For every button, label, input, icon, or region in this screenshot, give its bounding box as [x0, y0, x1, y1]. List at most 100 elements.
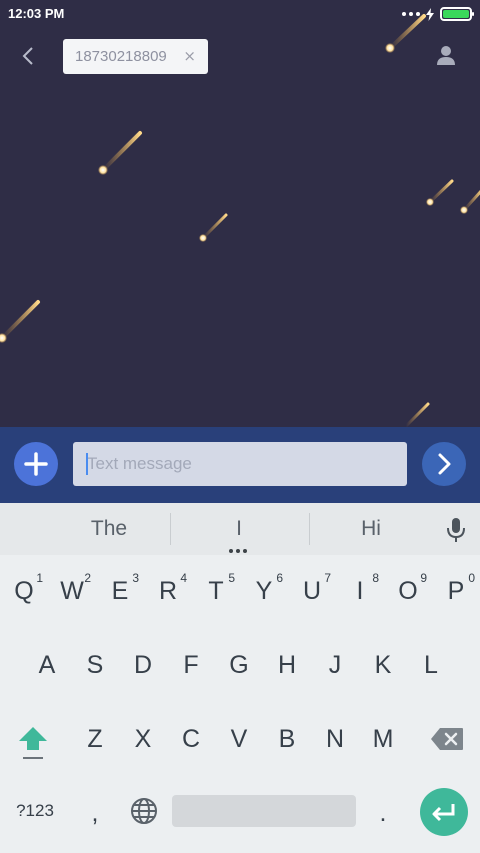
key-a[interactable]: A — [24, 639, 70, 691]
key-label: H — [277, 650, 297, 679]
key-label: B — [278, 724, 296, 753]
key-label: I — [356, 576, 364, 605]
key-j[interactable]: J — [312, 639, 358, 691]
key-e[interactable]: E3 — [97, 565, 143, 617]
battery-level — [443, 10, 469, 18]
key-label: K — [374, 650, 392, 679]
backspace-icon — [431, 728, 463, 750]
key-label: N — [325, 724, 345, 753]
enter-arrow-icon — [432, 804, 455, 822]
key-hint: 4 — [180, 571, 187, 585]
key-label: U — [302, 576, 322, 605]
key-label: C — [181, 724, 201, 753]
messaging-screen: 12:03 PM 18730218809 × The — [0, 0, 480, 853]
key-u[interactable]: U7 — [289, 565, 335, 617]
key-h[interactable]: H — [264, 639, 310, 691]
key-label: Z — [87, 724, 103, 753]
compose-bar — [0, 427, 480, 503]
recipient-number: 18730218809 — [75, 48, 167, 65]
key-x[interactable]: X — [120, 713, 166, 765]
key-label: L — [424, 650, 438, 679]
chevron-right-icon — [438, 453, 451, 475]
space-key[interactable] — [172, 795, 356, 827]
key-label: . — [379, 798, 387, 827]
send-button[interactable] — [422, 442, 466, 486]
key-i[interactable]: I8 — [337, 565, 383, 617]
clock: 12:03 PM — [8, 6, 65, 21]
message-input[interactable] — [73, 442, 407, 486]
key-o[interactable]: O9 — [385, 565, 431, 617]
key-l[interactable]: L — [408, 639, 454, 691]
key-y[interactable]: Y6 — [241, 565, 287, 617]
key-label: E — [111, 576, 129, 605]
enter-key[interactable] — [420, 788, 468, 836]
key-d[interactable]: D — [120, 639, 166, 691]
key-period[interactable]: . — [360, 787, 406, 839]
shift-key[interactable] — [10, 713, 56, 765]
person-icon[interactable] — [432, 42, 460, 70]
key-label: S — [86, 650, 104, 679]
key-w[interactable]: W2 — [49, 565, 95, 617]
key-label: G — [229, 650, 249, 679]
language-key[interactable] — [122, 787, 166, 835]
key-n[interactable]: N — [312, 713, 358, 765]
recipient-chip[interactable]: 18730218809 × — [63, 39, 208, 74]
battery-icon — [440, 7, 474, 21]
status-bar: 12:03 PM — [0, 0, 480, 28]
key-label: P — [447, 576, 465, 605]
suggestion-2[interactable]: I — [190, 517, 288, 541]
key-label: D — [133, 650, 153, 679]
shift-arrow-icon — [19, 727, 47, 759]
key-label: O — [398, 576, 418, 605]
key-v[interactable]: V — [216, 713, 262, 765]
key-k[interactable]: K — [360, 639, 406, 691]
suggestion-3[interactable]: Hi — [322, 517, 420, 541]
key-hint: 6 — [276, 571, 283, 585]
status-icons — [402, 7, 474, 21]
key-hint: 2 — [84, 571, 91, 585]
key-label: F — [183, 650, 199, 679]
soft-keyboard: The I Hi Q1 W2 E3 R4 T5 Y6 U7 I8 O9 P0 A — [0, 503, 480, 853]
key-g[interactable]: G — [216, 639, 262, 691]
key-f[interactable]: F — [168, 639, 214, 691]
key-label: X — [134, 724, 152, 753]
key-hint: 1 — [36, 571, 43, 585]
key-c[interactable]: C — [168, 713, 214, 765]
key-q[interactable]: Q1 — [1, 565, 47, 617]
suggestion-1[interactable]: The — [60, 517, 158, 541]
meteor — [460, 189, 480, 214]
suggestion-strip: The I Hi — [0, 503, 480, 555]
more-notifications-icon — [402, 12, 420, 16]
key-label: J — [328, 650, 342, 679]
suggestion-divider — [170, 513, 171, 545]
key-label: A — [38, 650, 56, 679]
key-t[interactable]: T5 — [193, 565, 239, 617]
key-label: M — [372, 724, 394, 753]
remove-recipient-icon[interactable]: × — [183, 47, 196, 65]
key-label: W — [60, 576, 84, 605]
key-r[interactable]: R4 — [145, 565, 191, 617]
key-label: T — [208, 576, 224, 605]
chevron-left-icon[interactable] — [14, 42, 42, 70]
key-comma[interactable]: , — [72, 787, 118, 839]
key-label: Q — [14, 576, 34, 605]
key-hint: 5 — [228, 571, 235, 585]
key-s[interactable]: S — [72, 639, 118, 691]
microphone-icon[interactable] — [442, 515, 470, 545]
key-m[interactable]: M — [360, 713, 406, 765]
charging-bolt-icon — [426, 7, 434, 21]
globe-icon — [131, 798, 157, 824]
meteor — [199, 213, 228, 242]
key-z[interactable]: Z — [72, 713, 118, 765]
plus-icon — [24, 452, 48, 476]
key-hint: 7 — [324, 571, 331, 585]
key-label: , — [91, 798, 99, 827]
key-b[interactable]: B — [264, 713, 310, 765]
key-p[interactable]: P0 — [433, 565, 479, 617]
meteor — [404, 402, 430, 428]
add-attachment-button[interactable] — [14, 442, 58, 486]
backspace-key[interactable] — [424, 713, 470, 765]
symbols-key[interactable]: ?123 — [6, 787, 64, 835]
more-suggestions-icon[interactable] — [229, 549, 247, 553]
meteor — [426, 179, 454, 206]
